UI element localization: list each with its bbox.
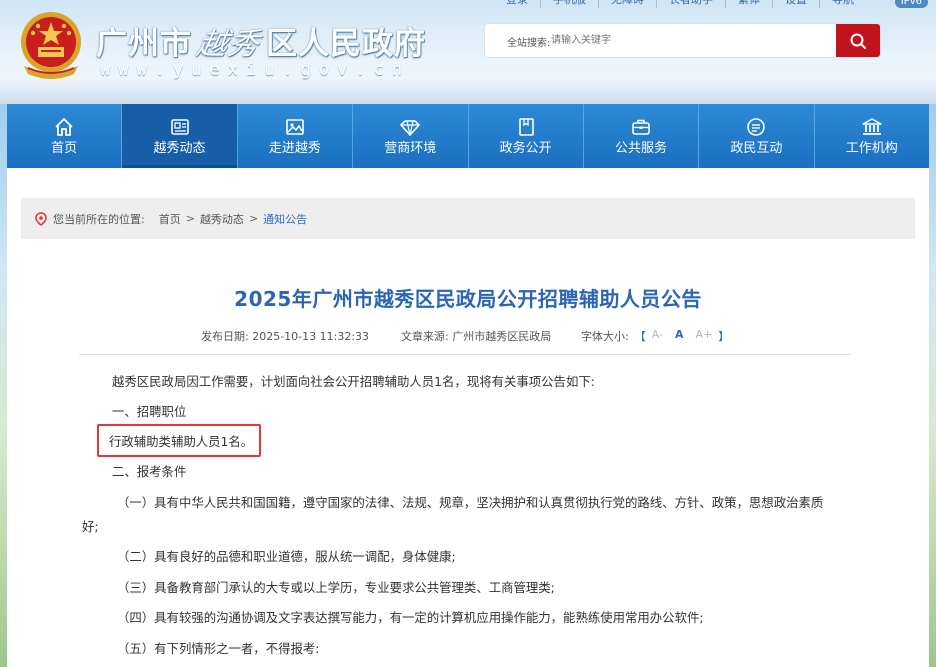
top-links: 登录 手机版 无障碍 长者助手 繁体 设置 导航 <box>494 0 866 8</box>
font-size-medium-button[interactable]: A <box>675 328 684 344</box>
ipv6-badge: IPv6 <box>894 0 928 8</box>
breadcrumb-home[interactable]: 首页 <box>159 211 181 227</box>
top-link-settings[interactable]: 设置 <box>773 0 820 8</box>
diamond-icon <box>400 119 421 136</box>
article-paragraph: 越秀区民政局因工作需要，计划面向社会公开招聘辅助人员1名，现将有关事项公告如下: <box>112 374 595 389</box>
nav-item-interaction[interactable]: 政民互动 <box>699 104 815 168</box>
top-link-nav[interactable]: 导航 <box>820 0 866 8</box>
top-link-elderly[interactable]: 长者助手 <box>657 0 726 8</box>
picture-icon <box>286 118 304 135</box>
top-link-traditional[interactable]: 繁体 <box>726 0 773 8</box>
nav-item-about[interactable]: 走进越秀 <box>238 104 354 168</box>
font-size-bracket-open: 【 <box>634 330 646 343</box>
home-icon <box>55 117 73 136</box>
top-link-mobile[interactable]: 手机版 <box>541 0 599 8</box>
breadcrumb: 您当前所在的位置: 首页 > 越秀动态 > 通知公告 <box>21 198 915 239</box>
nav-label: 政务公开 <box>499 140 552 156</box>
nav-item-gov-affairs[interactable]: 政务公开 <box>469 104 584 168</box>
article-paragraph: 好; <box>82 519 99 534</box>
nav-item-home[interactable]: 首页 <box>7 104 123 168</box>
national-emblem-icon <box>16 8 86 82</box>
content-panel: 您当前所在的位置: 首页 > 越秀动态 > 通知公告 2025年广州市越秀区民政… <box>7 168 929 667</box>
article-paragraph: （三）具备教育部门承认的大专或以上学历，专业要求公共管理类、工商管理类; <box>117 580 555 595</box>
article-paragraph: （五）有下列情形之一者，不得报考: <box>117 641 320 656</box>
article-source: 文章来源: 广州市越秀区民政局 <box>401 330 552 343</box>
search-input[interactable] <box>551 32 811 49</box>
nav-label: 工作机构 <box>845 140 898 156</box>
article-title: 2025年广州市越秀区民政局公开招聘辅助人员公告 <box>234 287 702 311</box>
breadcrumb-separator: > <box>185 212 195 225</box>
search-label: 全站搜索: <box>507 38 551 49</box>
nav-label: 政民互动 <box>730 140 783 156</box>
nav-label: 公共服务 <box>615 140 668 156</box>
site-name-calligraphy: 越秀 <box>193 27 263 62</box>
font-size-bracket-close: 】 <box>718 330 730 343</box>
nav-label: 走进越秀 <box>268 140 321 156</box>
location-pin-icon <box>35 211 47 226</box>
nav-label: 营商环境 <box>384 140 437 156</box>
publish-date: 发布日期: 2025-10-13 11:32:33 <box>201 330 370 343</box>
document-icon <box>518 117 534 136</box>
nav-label: 首页 <box>51 140 78 156</box>
font-size-label: 字体大小: <box>581 330 629 343</box>
building-icon <box>862 117 882 135</box>
chat-icon <box>747 117 766 136</box>
nav-item-business[interactable]: 营商环境 <box>353 104 469 168</box>
font-size-small-button[interactable]: A- <box>652 328 663 344</box>
site-logo[interactable]: 广州市越秀区人民政府 <box>96 18 426 63</box>
article-paragraph: 二、报考条件 <box>112 464 187 479</box>
briefcase-icon <box>632 119 650 135</box>
meta-divider <box>79 354 851 355</box>
nav-item-agencies[interactable]: 工作机构 <box>815 104 929 168</box>
site-name-suffix: 区人民政府 <box>266 26 426 62</box>
article-paragraph: （一）具有中华人民共和国国籍，遵守国家的法律、法规、规章，坚决拥护和认真贯彻执行… <box>117 495 824 510</box>
newspaper-icon <box>170 118 189 135</box>
breadcrumb-separator: > <box>248 212 259 225</box>
article-paragraph: （四）具有较强的沟通协调及文字表达撰写能力，有一定的计算机应用操作能力，能熟练使… <box>117 610 704 625</box>
article-meta: 发布日期: 2025-10-13 11:32:33 文章来源: 广州市越秀区民政… <box>201 328 761 344</box>
search-icon <box>850 33 866 49</box>
breadcrumb-current[interactable]: 通知公告 <box>263 211 307 227</box>
highlight-box <box>97 424 261 457</box>
article-paragraph: 一、招聘职位 <box>112 404 187 419</box>
article-paragraph: （二）具有良好的品德和职业道德，服从统一调配，身体健康; <box>117 549 456 564</box>
breadcrumb-prefix: 您当前所在的位置: <box>53 212 145 226</box>
main-nav: 首页 越秀动态 走进越秀 营商环境 政务公开 公共服务 政民互动 工作机构 <box>7 104 929 168</box>
search-button[interactable] <box>836 24 880 57</box>
site-url: www.yuexiu.gov.cn <box>100 60 410 80</box>
site-header: 登录 手机版 无障碍 长者助手 繁体 设置 导航 IPv6 广州市越秀区人民政府… <box>0 0 936 104</box>
nav-item-public-service[interactable]: 公共服务 <box>584 104 700 168</box>
nav-label: 越秀动态 <box>153 140 206 156</box>
breadcrumb-news[interactable]: 越秀动态 <box>200 211 244 227</box>
nav-item-news[interactable]: 越秀动态 <box>122 104 238 168</box>
top-link-login[interactable]: 登录 <box>494 0 541 8</box>
search-box: 全站搜索: <box>485 24 880 57</box>
font-size-large-button[interactable]: A+ <box>696 328 713 344</box>
site-name-prefix: 广州市 <box>96 26 192 62</box>
top-link-accessibility[interactable]: 无障碍 <box>599 0 657 8</box>
